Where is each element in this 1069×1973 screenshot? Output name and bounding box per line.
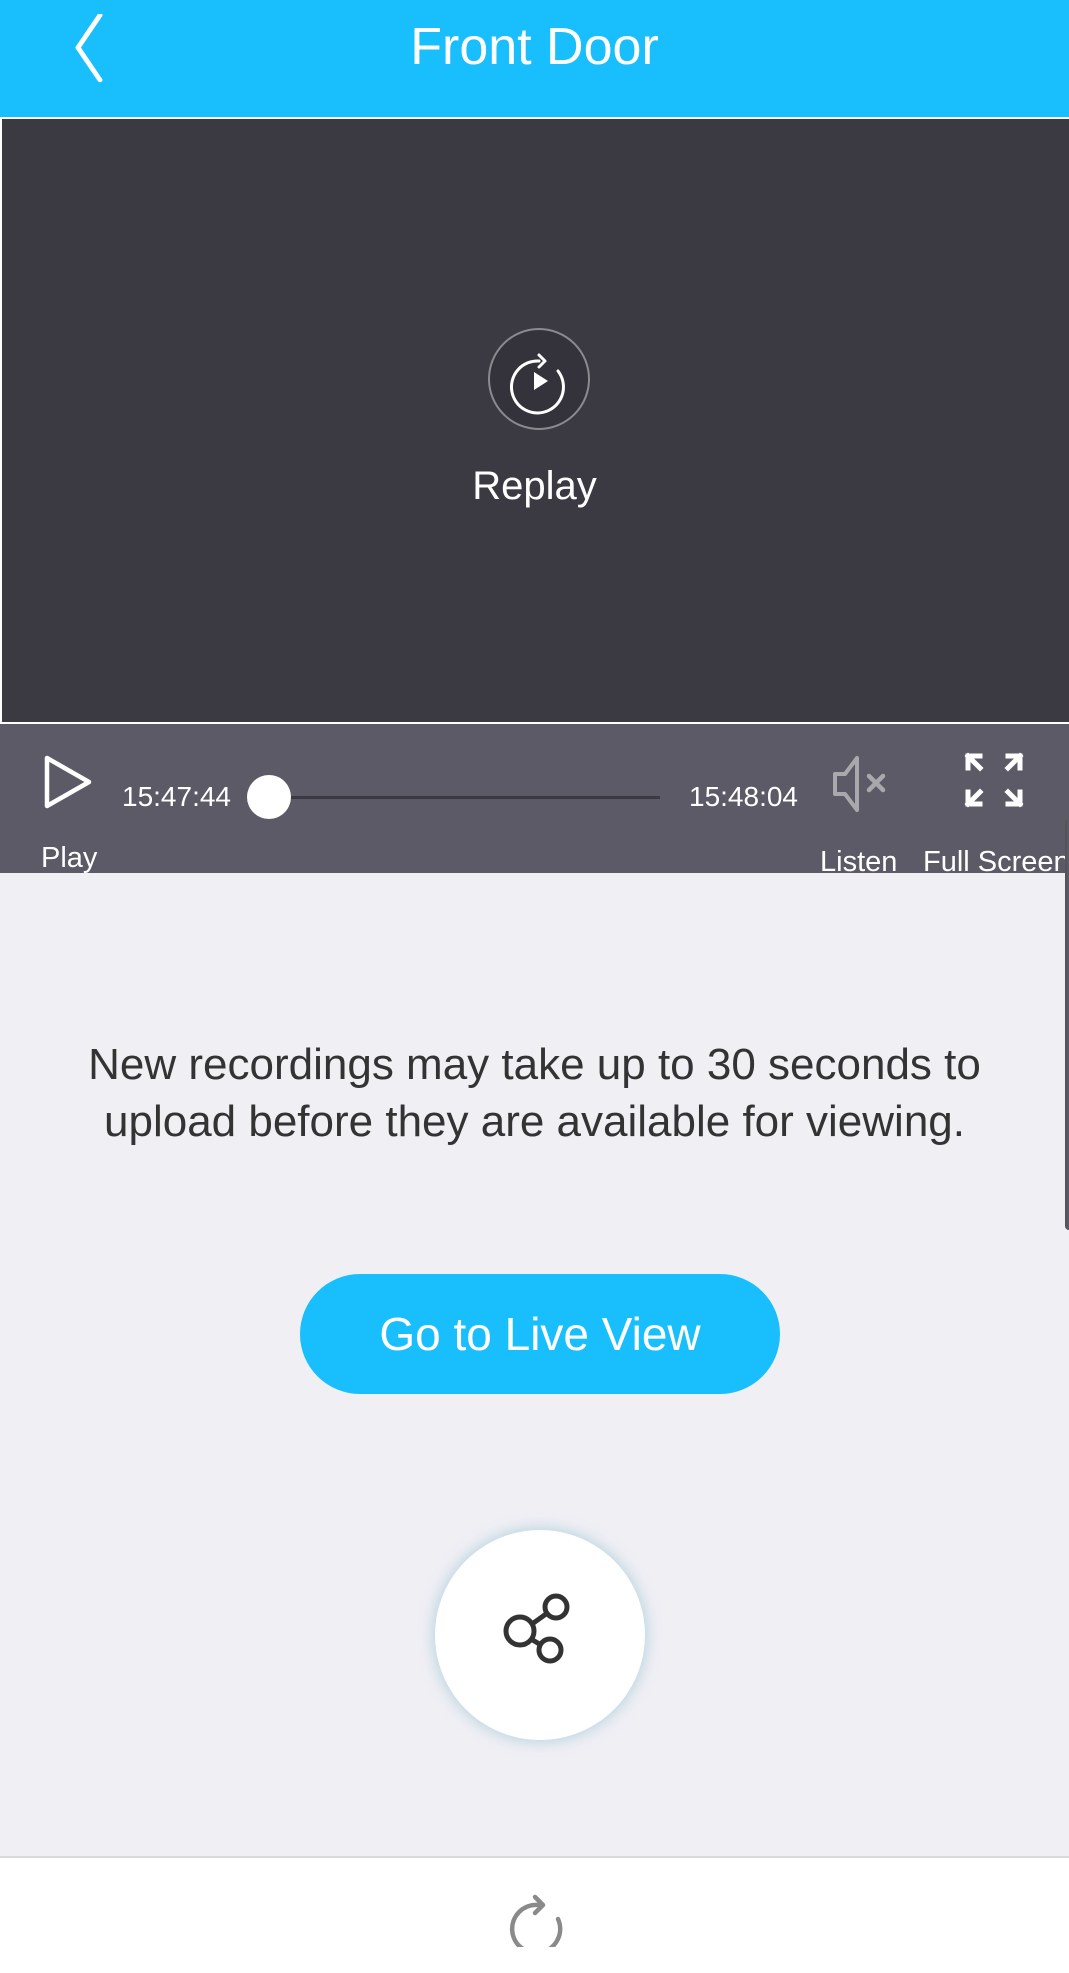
replay-button[interactable]: [487, 327, 591, 431]
end-time: 15:48:04: [689, 781, 798, 812]
start-time: 15:47:44: [122, 781, 231, 812]
upload-notice: New recordings may take up to 30 seconds…: [88, 1040, 981, 1146]
listen-label: Listen: [820, 846, 898, 878]
play-label: Play: [41, 842, 98, 874]
refresh-button[interactable]: [508, 1883, 568, 1956]
play-button[interactable]: Play: [28, 742, 108, 874]
playback-controls: Play 15:47:44 15:48:04 Listen Full Scree…: [0, 724, 1069, 878]
fullscreen-button[interactable]: Full Screen: [920, 744, 1069, 878]
replay-icon: [488, 328, 590, 430]
app-header: Front Door: [0, 0, 1069, 117]
scrollbar[interactable]: [1065, 820, 1069, 1230]
share-button[interactable]: [435, 1530, 645, 1740]
timeline-track[interactable]: [250, 796, 660, 799]
listen-button[interactable]: Listen: [815, 744, 905, 878]
replay-label: Replay: [472, 464, 597, 508]
play-icon: [44, 755, 92, 809]
go-to-live-view-button[interactable]: Go to Live View: [300, 1274, 780, 1394]
share-icon: [503, 1593, 570, 1664]
refresh-icon: [509, 1894, 563, 1956]
fullscreen-icon: [964, 752, 1024, 808]
timeline-scrubber[interactable]: [247, 775, 291, 819]
fullscreen-label: Full Screen: [923, 846, 1069, 878]
speaker-muted-icon: [833, 756, 886, 812]
page-title: Front Door: [410, 18, 659, 76]
